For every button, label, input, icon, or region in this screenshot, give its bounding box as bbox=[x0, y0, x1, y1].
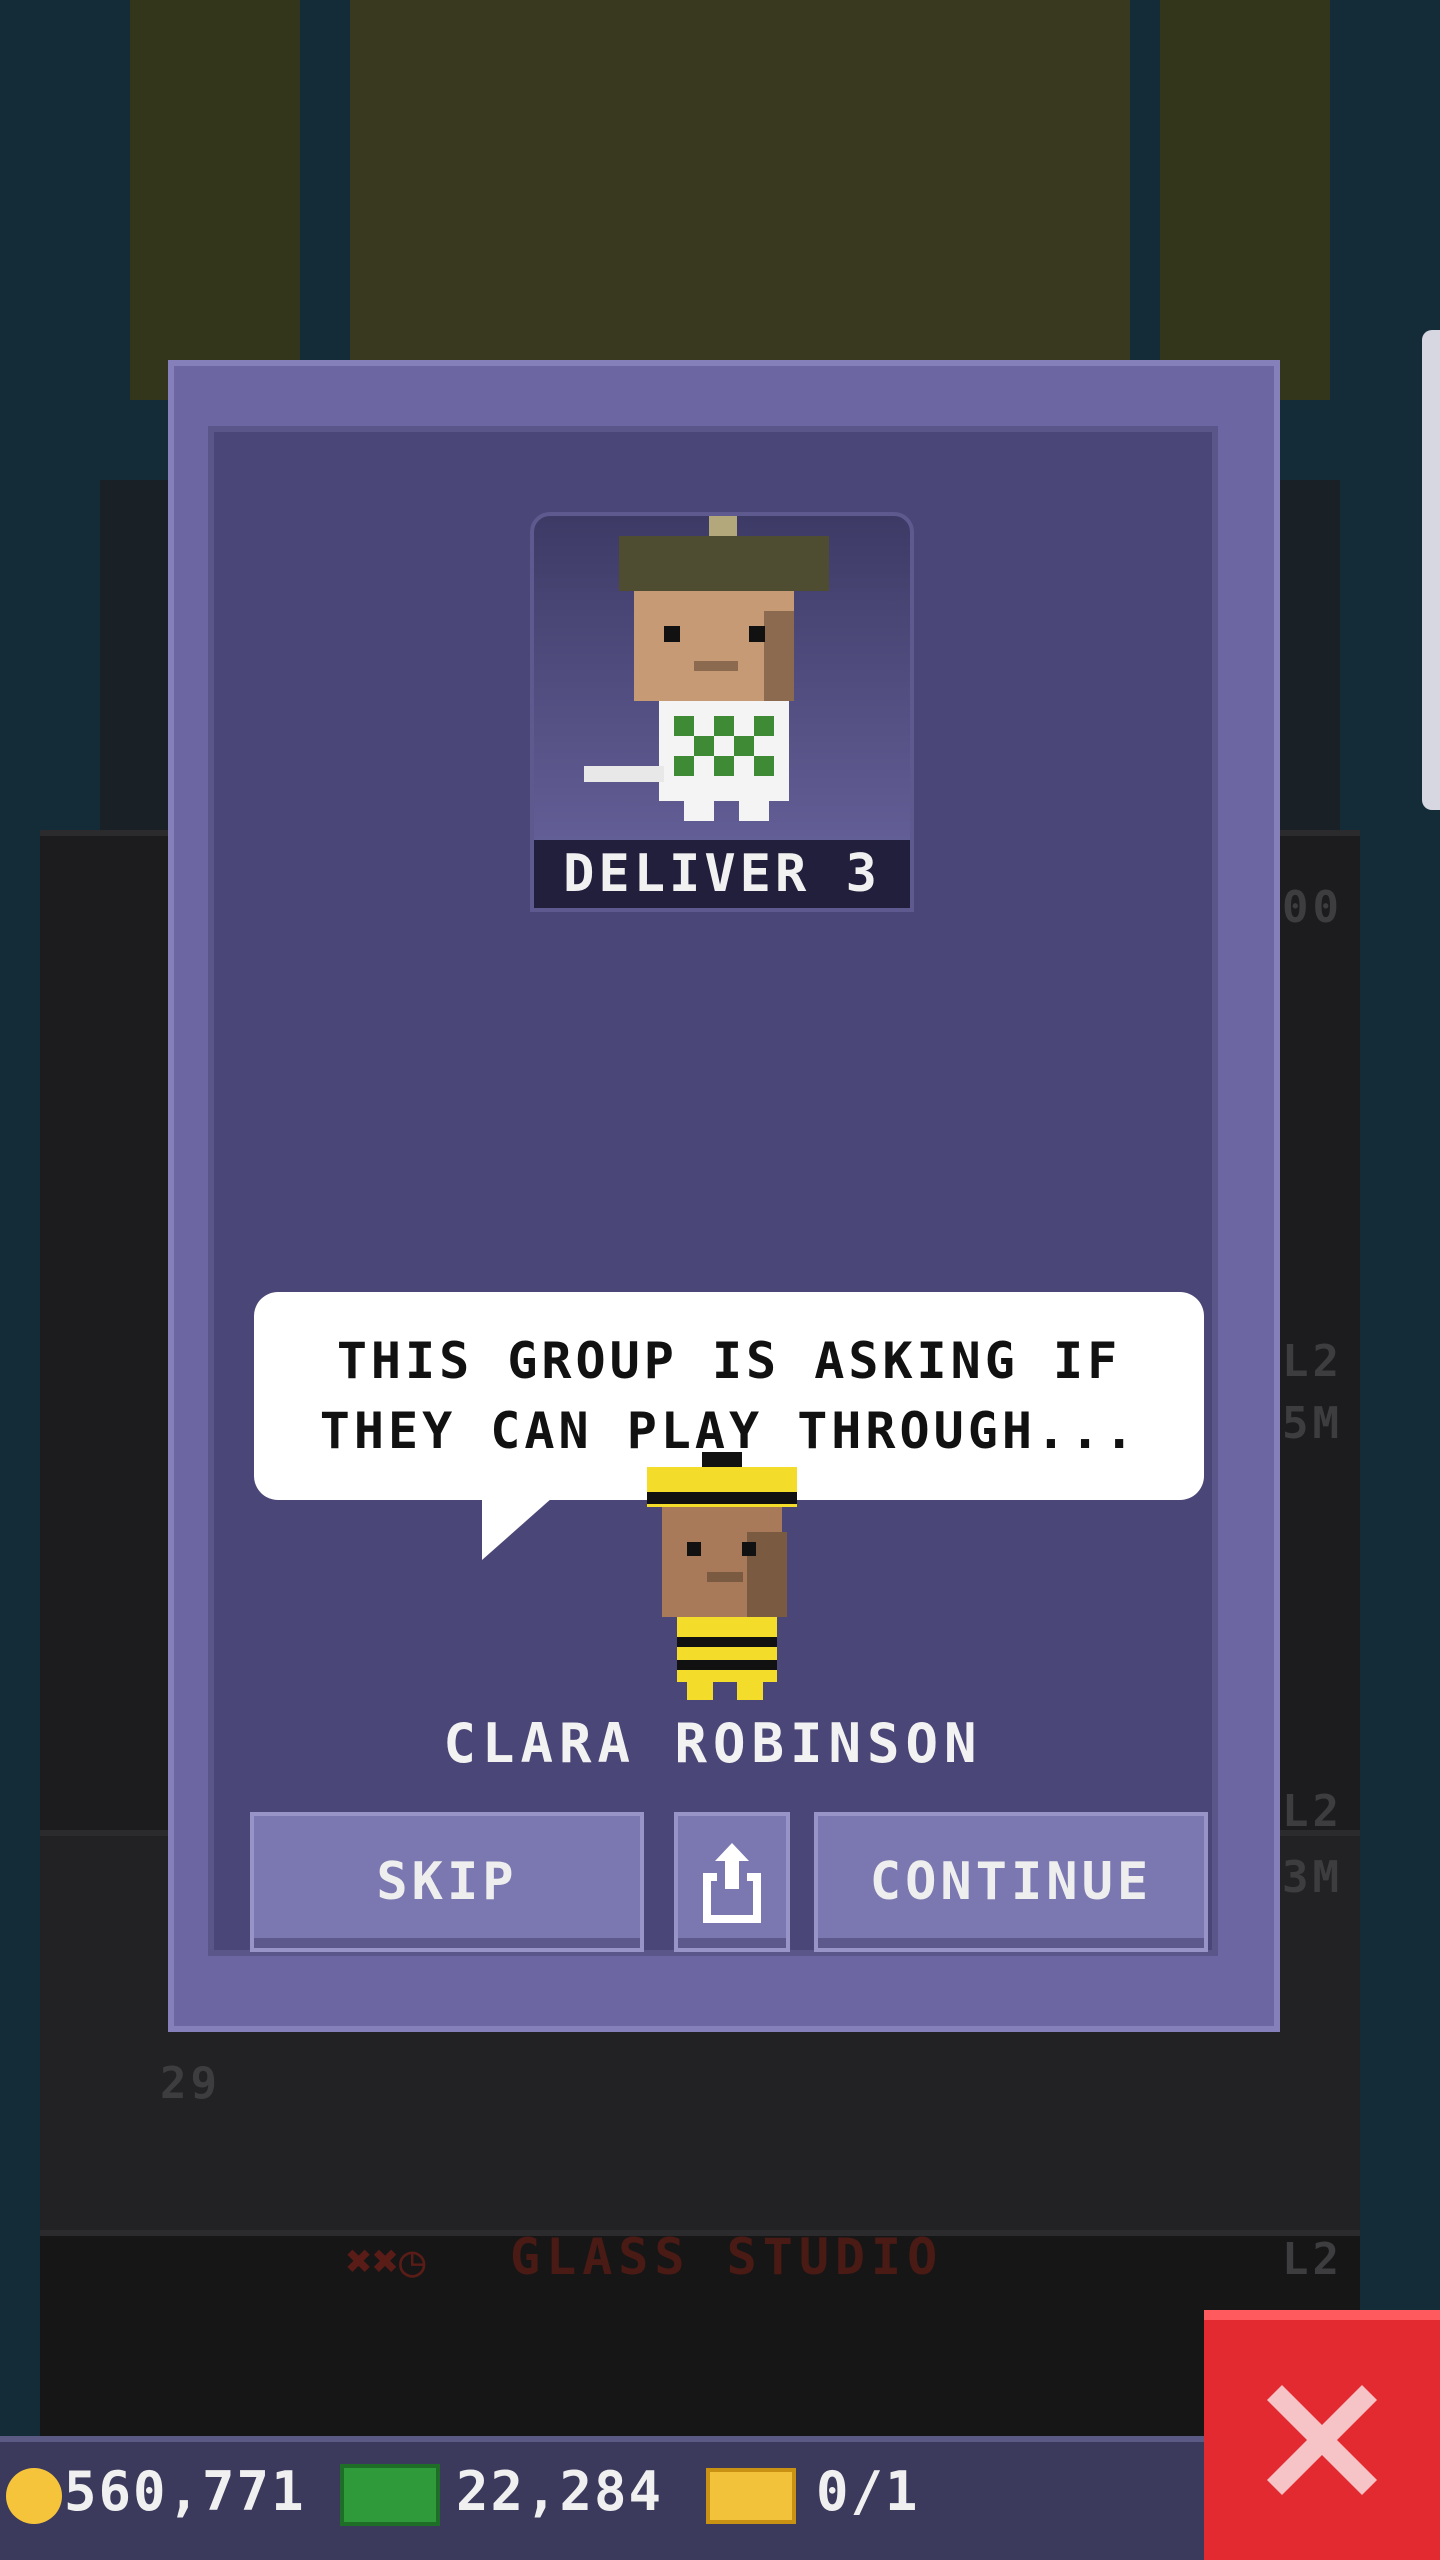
ticket-icon bbox=[706, 2468, 796, 2524]
close-button[interactable] bbox=[1204, 2310, 1440, 2560]
sky-pillar-center bbox=[350, 0, 1130, 380]
floor-name-glass-studio: GLASS STUDIO bbox=[510, 2228, 944, 2286]
coin-icon bbox=[6, 2468, 62, 2524]
bux-count: 22,284 bbox=[456, 2460, 664, 2523]
golfer-character-icon bbox=[584, 516, 829, 821]
floor-level-right-c: L2 bbox=[1282, 2234, 1343, 2285]
ticket-count: 0/1 bbox=[816, 2460, 920, 2523]
floor-number-right: 00 bbox=[1282, 882, 1343, 933]
close-icon bbox=[1267, 2385, 1377, 2495]
mission-dialog: DELIVER 3 THIS GROUP IS ASKING IF THEY C… bbox=[168, 360, 1280, 2032]
skip-button[interactable]: SKIP bbox=[250, 1812, 644, 1952]
currency-bar: 560,771 22,284 0/1 bbox=[0, 2436, 1204, 2560]
mission-objective-label: DELIVER 3 bbox=[534, 840, 910, 908]
floor-level-right-a: L2 bbox=[1282, 1336, 1343, 1387]
bellhop-character-icon bbox=[647, 1452, 797, 1700]
speech-text-line-1: THIS GROUP IS ASKING IF bbox=[336, 1332, 1122, 1390]
coin-count: 560,771 bbox=[64, 2460, 306, 2523]
floor-code-right-b: 3M bbox=[1282, 1852, 1343, 1903]
bux-icon bbox=[340, 2464, 440, 2526]
floor-number-left: 29 bbox=[160, 2058, 221, 2109]
mission-dialog-panel: DELIVER 3 THIS GROUP IS ASKING IF THEY C… bbox=[208, 426, 1218, 1956]
floor-code-right-a: 5M bbox=[1282, 1398, 1343, 1449]
share-button[interactable] bbox=[674, 1812, 790, 1952]
customer-portrait-frame: DELIVER 3 bbox=[530, 512, 914, 912]
side-panel-tab[interactable] bbox=[1422, 330, 1440, 810]
floor-level-right-b: L2 bbox=[1282, 1786, 1343, 1837]
sky-pillar-right bbox=[1160, 0, 1330, 400]
floor-status-icons: ✖✖◷ bbox=[346, 2236, 426, 2287]
speaker-name: CLARA ROBINSON bbox=[443, 1712, 983, 1775]
share-icon bbox=[703, 1843, 761, 1923]
speech-bubble-tail bbox=[482, 1498, 552, 1560]
sky-pillar-left bbox=[130, 0, 300, 400]
continue-button[interactable]: CONTINUE bbox=[814, 1812, 1208, 1952]
